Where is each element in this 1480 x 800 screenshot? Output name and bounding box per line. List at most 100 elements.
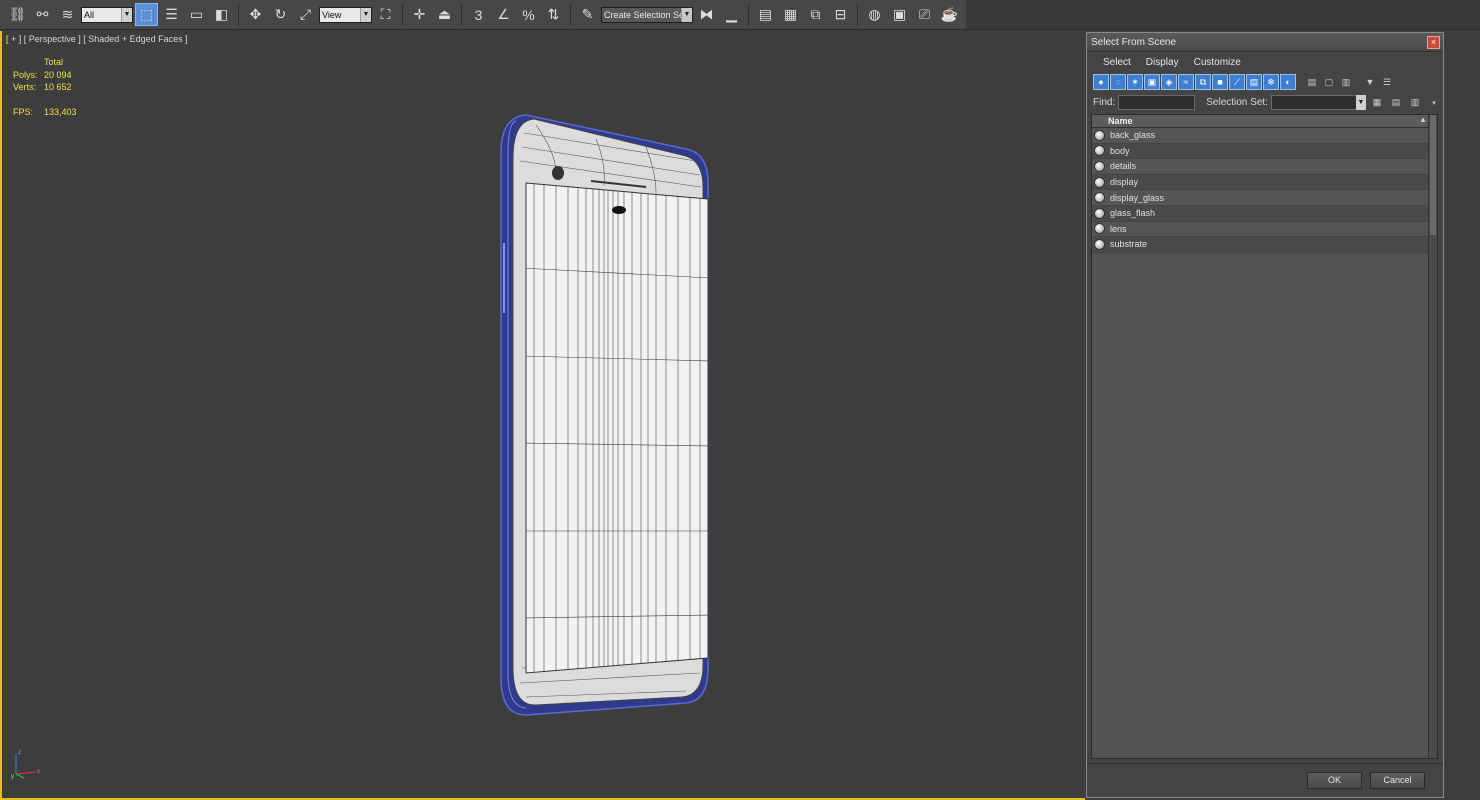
dialog-title: Select From Scene bbox=[1091, 36, 1177, 48]
selection-set-dropdown[interactable]: ▼ bbox=[1270, 95, 1366, 110]
list-item[interactable]: display bbox=[1092, 174, 1437, 191]
list-item[interactable]: lens bbox=[1092, 221, 1437, 238]
display-helpers-icon[interactable]: ◈ bbox=[1161, 74, 1177, 90]
find-label: Find: bbox=[1093, 97, 1116, 108]
object-name: lens bbox=[1110, 223, 1127, 234]
move-icon[interactable]: ✥ bbox=[244, 3, 267, 26]
filter-icon[interactable]: ▼ bbox=[1362, 74, 1378, 90]
axis-y-label: y bbox=[11, 774, 14, 780]
select-all-icon[interactable]: ▤ bbox=[1304, 74, 1320, 90]
snap-toggle-icon[interactable]: 3 bbox=[467, 3, 490, 26]
object-name: back_glass bbox=[1110, 130, 1156, 141]
schematic-view-icon[interactable]: ⊟ bbox=[829, 3, 852, 26]
list-header-name[interactable]: Name ▲ bbox=[1092, 115, 1437, 128]
stats-fps-value: 133,403 bbox=[44, 107, 77, 117]
selection-set-edit-icon[interactable]: ▤ bbox=[1388, 95, 1404, 111]
display-geometry-icon[interactable]: ● bbox=[1093, 74, 1109, 90]
curve-editor-icon[interactable]: ⧉ bbox=[804, 3, 827, 26]
display-lights-icon[interactable]: ✶ bbox=[1127, 74, 1143, 90]
angle-snap-icon[interactable]: ∠ bbox=[492, 3, 515, 26]
select-manipulate-icon[interactable]: ✛ bbox=[408, 3, 431, 26]
axis-x-label: x bbox=[37, 769, 40, 775]
dialog-title-bar[interactable]: Select From Scene × bbox=[1087, 33, 1443, 52]
display-containers-icon[interactable]: ▤ bbox=[1246, 74, 1262, 90]
selection-set-new-icon[interactable]: ▦ bbox=[1369, 95, 1385, 111]
material-editor-icon[interactable]: ◍ bbox=[863, 3, 886, 26]
max-window: ⛓ ⚯ ≋ All ▼ ⬚ ☰ ▭ ◧ ✥ ↻ ⤢ View ▼ ⛶ ✛ ⏏ 3… bbox=[0, 0, 1480, 800]
filter-options-icon[interactable]: ☰ bbox=[1379, 74, 1395, 90]
viewport-right-margin bbox=[1444, 32, 1480, 800]
column-name-label: Name bbox=[1108, 116, 1133, 126]
display-cameras-icon[interactable]: ▣ bbox=[1144, 74, 1160, 90]
list-item[interactable]: glass_flash bbox=[1092, 205, 1437, 222]
axis-z-label: z bbox=[18, 750, 21, 756]
display-shapes-icon[interactable]: ◌ bbox=[1110, 74, 1126, 90]
geometry-object-icon bbox=[1094, 192, 1105, 204]
geometry-object-icon bbox=[1094, 129, 1105, 141]
list-item[interactable]: body bbox=[1092, 143, 1437, 160]
main-toolbar: ⛓ ⚯ ≋ All ▼ ⬚ ☰ ▭ ◧ ✥ ↻ ⤢ View ▼ ⛶ ✛ ⏏ 3… bbox=[0, 0, 966, 30]
layer-manager-icon[interactable]: ▤ bbox=[754, 3, 777, 26]
display-spacewarps-icon[interactable]: ≈ bbox=[1178, 74, 1194, 90]
ribbon-toggle-icon[interactable]: ▦ bbox=[779, 3, 802, 26]
named-selection-dropdown[interactable]: Create Selection Se ▼ bbox=[601, 6, 693, 23]
list-item[interactable]: back_glass bbox=[1092, 128, 1437, 144]
keyboard-shortcut-icon[interactable]: ⏏ bbox=[433, 3, 456, 26]
select-by-name-icon[interactable]: ☰ bbox=[160, 3, 183, 26]
display-xrefs-icon[interactable]: ■ bbox=[1212, 74, 1228, 90]
stats-polys-value: 20 094 bbox=[44, 70, 72, 80]
display-frozen-icon[interactable]: ❄ bbox=[1263, 74, 1279, 90]
select-object-icon[interactable]: ⬚ bbox=[135, 3, 158, 26]
rotate-icon[interactable]: ↻ bbox=[269, 3, 292, 26]
list-scrollbar[interactable] bbox=[1428, 115, 1437, 758]
render-frame-icon[interactable]: ⎚ bbox=[913, 3, 936, 26]
perspective-viewport[interactable]: [ + ] [ Perspective ] [ Shaded + Edged F… bbox=[0, 31, 1085, 800]
scrollbar-thumb[interactable] bbox=[1430, 115, 1436, 235]
stats-total-label: Total bbox=[44, 57, 64, 67]
geometry-object-icon bbox=[1094, 160, 1105, 172]
select-invert-icon[interactable]: ▥ bbox=[1338, 74, 1354, 90]
cancel-button[interactable]: Cancel bbox=[1370, 772, 1425, 789]
select-none-icon[interactable]: ▢ bbox=[1321, 74, 1337, 90]
menu-select[interactable]: Select bbox=[1103, 57, 1131, 68]
toolbar-empty-area bbox=[966, 0, 1480, 30]
rect-selection-icon[interactable]: ▭ bbox=[185, 3, 208, 26]
chevron-down-icon: ▼ bbox=[1355, 95, 1366, 110]
object-name: display_glass bbox=[1110, 192, 1165, 203]
render-setup-icon[interactable]: ▣ bbox=[888, 3, 911, 26]
list-empty-area[interactable] bbox=[1092, 255, 1429, 755]
window-crossing-icon[interactable]: ◧ bbox=[210, 3, 233, 26]
list-item[interactable]: display_glass bbox=[1092, 190, 1437, 206]
display-bones-icon[interactable]: ⟋ bbox=[1229, 74, 1245, 90]
geometry-object-icon bbox=[1094, 223, 1105, 235]
toolbar-divider bbox=[748, 3, 749, 26]
selection-filter-dropdown[interactable]: All ▼ bbox=[81, 6, 133, 23]
selection-set-remove-icon[interactable]: ▥ bbox=[1407, 95, 1423, 111]
display-hidden-icon[interactable]: ◐ bbox=[1280, 74, 1296, 90]
list-item[interactable]: substrate bbox=[1092, 237, 1437, 253]
edit-named-selection-icon[interactable]: ✎ bbox=[576, 3, 599, 26]
scale-icon[interactable]: ⤢ bbox=[294, 3, 317, 26]
list-item[interactable]: details bbox=[1092, 159, 1437, 175]
menu-display[interactable]: Display bbox=[1146, 57, 1179, 68]
find-input[interactable] bbox=[1118, 95, 1196, 110]
mirror-icon[interactable]: ⧓ bbox=[695, 3, 718, 26]
chevron-down-icon: ▼ bbox=[360, 7, 371, 22]
render-teapot-icon[interactable]: ☕ bbox=[938, 3, 961, 26]
phone-wireframe-model[interactable] bbox=[496, 113, 711, 718]
ok-button[interactable]: OK bbox=[1307, 772, 1362, 789]
reference-coord-dropdown[interactable]: View ▼ bbox=[319, 6, 372, 23]
options-chevron-icon[interactable]: ▾ bbox=[1426, 95, 1442, 111]
close-icon[interactable]: × bbox=[1427, 36, 1440, 49]
unlink-icon[interactable]: ⚯ bbox=[31, 3, 54, 26]
toolbar-divider bbox=[402, 3, 403, 26]
menu-customize[interactable]: Customize bbox=[1194, 57, 1241, 68]
viewport-label[interactable]: [ + ] [ Perspective ] [ Shaded + Edged F… bbox=[6, 34, 188, 44]
link-icon[interactable]: ⛓ bbox=[6, 3, 29, 26]
spinner-snap-icon[interactable]: ⇅ bbox=[542, 3, 565, 26]
pivot-center-icon[interactable]: ⛶ bbox=[374, 3, 397, 26]
bind-spacewarp-icon[interactable]: ≋ bbox=[56, 3, 79, 26]
align-icon[interactable]: ▁ bbox=[720, 3, 743, 26]
display-groups-icon[interactable]: ⧉ bbox=[1195, 74, 1211, 90]
percent-snap-icon[interactable]: % bbox=[517, 3, 540, 26]
